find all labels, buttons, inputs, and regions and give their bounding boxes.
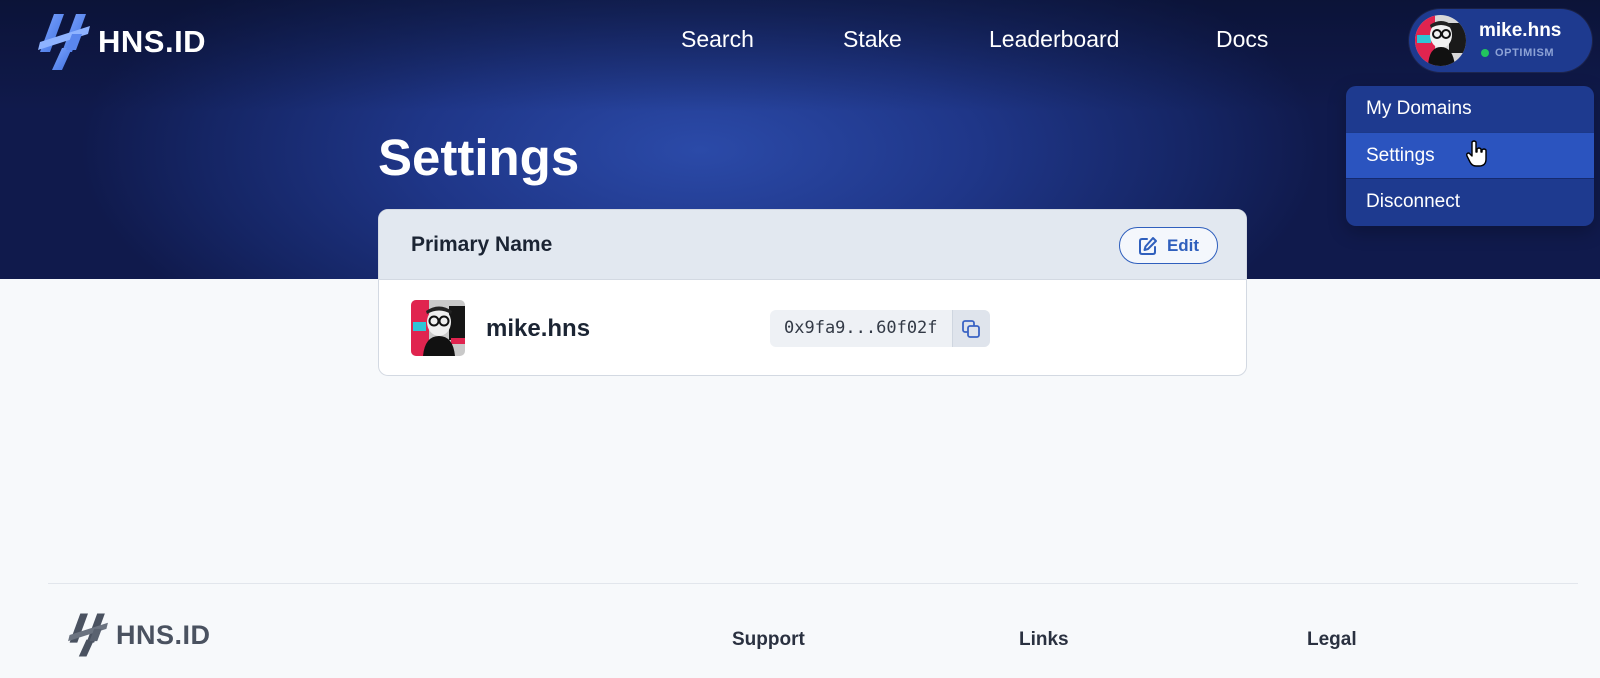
primary-name: mike.hns [486,315,591,342]
footer-legal-heading: Legal [1307,629,1357,650]
hns-logo-icon [68,613,108,657]
copy-address-button[interactable] [951,310,990,347]
footer-logo[interactable]: HNS.ID [66,612,211,658]
hand-cursor-icon [1466,140,1487,167]
card-body: mike.hns 0x9fa9...60f02f [379,280,1246,375]
account-button[interactable]: mike.hns OPTIMISM [1409,9,1592,72]
footer-links-heading: Links [1019,629,1069,650]
logo-wordmark: HNS.ID [98,24,207,59]
menu-item-disconnect[interactable]: Disconnect [1346,178,1594,224]
account-name: mike.hns [1479,20,1562,41]
network-badge: OPTIMISM [1481,47,1554,59]
menu-item-my-domains[interactable]: My Domains [1346,86,1594,132]
edit-button[interactable]: Edit [1119,227,1218,264]
card-title: Primary Name [411,233,553,256]
nav-search[interactable]: Search [681,26,754,53]
primary-name-card: Primary Name Edit mike.hns 0x9fa9...60f0… [378,209,1247,376]
page-title: Settings [378,129,580,186]
footer-divider [48,583,1578,584]
nav-docs[interactable]: Docs [1216,26,1268,53]
footer-logo-wordmark: HNS.ID [116,619,211,650]
avatar-image [1415,15,1466,66]
avatar [1415,15,1466,66]
footer-support-heading: Support [732,629,805,650]
address-chip: 0x9fa9...60f02f [770,310,990,347]
nav-leaderboard[interactable]: Leaderboard [989,26,1119,53]
copy-icon [962,319,980,338]
primary-name-avatar [411,300,465,356]
nav-stake[interactable]: Stake [843,26,902,53]
site-logo[interactable]: HNS.ID [36,12,206,72]
profile-image [411,300,465,356]
network-status-dot [1481,49,1489,57]
card-header: Primary Name Edit [379,210,1246,280]
hns-logo-icon [38,14,90,70]
edit-button-label: Edit [1166,235,1200,255]
network-label: OPTIMISM [1495,47,1555,59]
wallet-address: 0x9fa9...60f02f [784,318,938,338]
edit-icon [1138,236,1157,255]
